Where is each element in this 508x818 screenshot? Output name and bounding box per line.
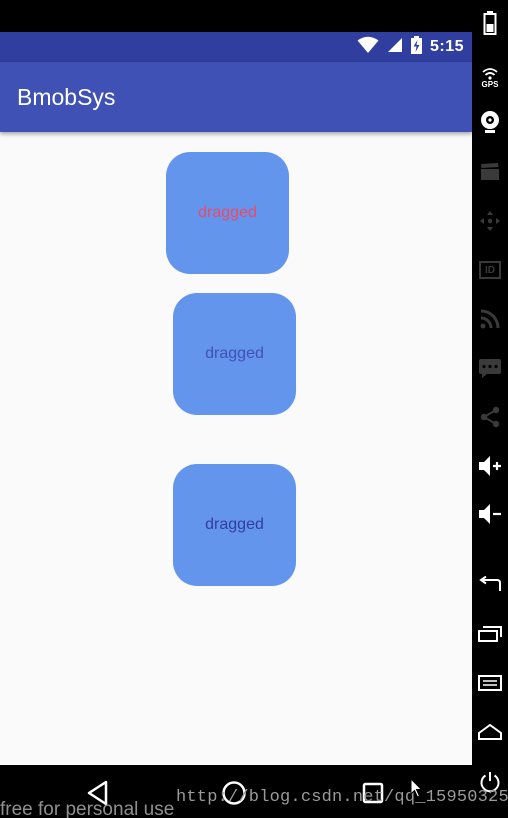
webcam-icon	[481, 111, 499, 133]
screen-record-button[interactable]	[472, 157, 508, 187]
dpad-button[interactable]	[472, 206, 508, 236]
content-area: dragged dragged dragged	[0, 132, 472, 765]
watermark-url: http://blog.csdn.net/qq_15950325	[176, 788, 508, 807]
gps-label: GPS	[481, 79, 499, 89]
menu-icon	[478, 675, 502, 691]
volume-up-button[interactable]	[472, 451, 508, 481]
overview-icon	[478, 626, 502, 642]
phone-screen: 5:15 BmobSys dragged dragged dragged	[0, 0, 472, 818]
box-label: dragged	[205, 345, 264, 362]
emu-back-button[interactable]	[472, 570, 508, 600]
rss-icon	[480, 309, 500, 329]
status-time: 5:15	[429, 38, 464, 55]
status-bar: 5:15	[0, 32, 472, 62]
watermark-personal-use: free for personal use	[0, 799, 175, 818]
app-title: BmobSys	[17, 84, 116, 110]
emu-menu-button[interactable]	[472, 668, 508, 698]
battery-charging-icon	[410, 35, 422, 59]
share-button[interactable]	[472, 402, 508, 432]
mouse-pointer-icon	[410, 777, 424, 803]
id-badge-icon: ID	[479, 261, 501, 279]
rss-button[interactable]	[472, 304, 508, 334]
clapperboard-icon	[481, 163, 499, 180]
box-label: dragged	[205, 516, 264, 533]
draggable-box-1[interactable]: dragged	[166, 152, 289, 274]
signal-icon	[387, 37, 403, 58]
status-icons: 5:15	[357, 32, 464, 62]
emu-overview-button[interactable]	[472, 619, 508, 649]
messages-button[interactable]	[472, 353, 508, 383]
box-label: dragged	[198, 204, 257, 221]
draggable-box-2[interactable]: dragged	[173, 293, 296, 415]
wifi-signal-icon	[482, 67, 498, 80]
device-id-button[interactable]: ID	[472, 255, 508, 285]
gps-button[interactable]: GPS	[472, 58, 508, 98]
camera-button[interactable]	[472, 107, 508, 137]
id-label: ID	[485, 264, 495, 276]
home-house-icon	[478, 724, 502, 740]
battery-icon[interactable]	[472, 8, 508, 38]
volume-down-icon	[479, 504, 501, 524]
volume-up-icon	[479, 456, 501, 476]
emu-home-button[interactable]	[472, 717, 508, 747]
draggable-box-3[interactable]: dragged	[173, 464, 296, 586]
move-arrows-icon	[480, 211, 500, 231]
back-arrow-icon	[479, 576, 501, 591]
emulator-toolbar: GPS ID	[472, 0, 508, 818]
app-bar: BmobSys	[0, 62, 472, 132]
message-dots-icon	[479, 359, 501, 378]
volume-down-button[interactable]	[472, 499, 508, 529]
share-icon	[480, 406, 500, 428]
wifi-icon	[357, 36, 379, 59]
